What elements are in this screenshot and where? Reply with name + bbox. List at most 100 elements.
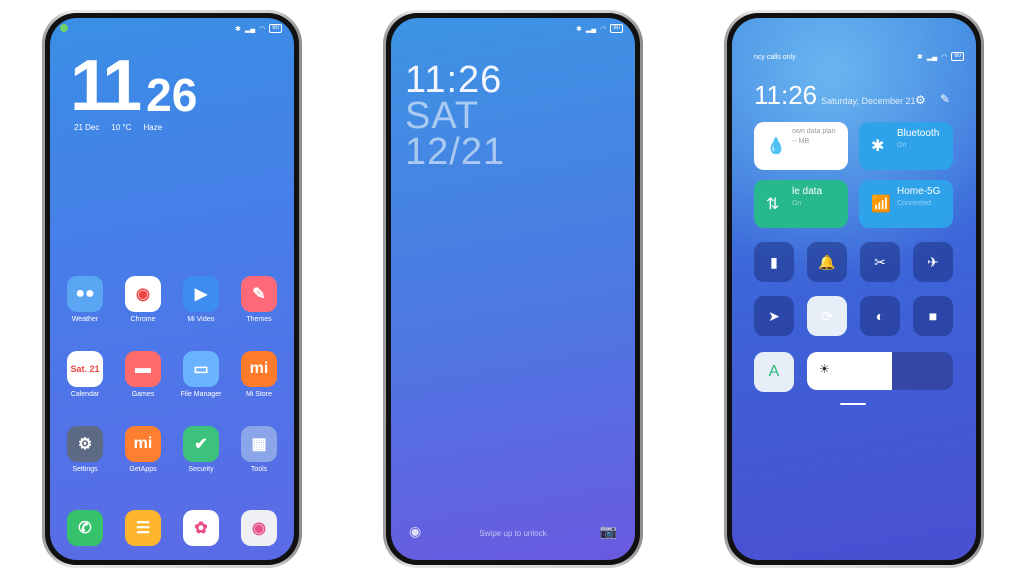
app-label: Themes xyxy=(246,316,272,323)
app-getapps[interactable]: mi GetApps xyxy=(115,426,171,473)
clock-widget[interactable]: 11 26 xyxy=(70,46,198,126)
bluetooth-icon: ✱ xyxy=(575,25,582,33)
battery-icon: 80 xyxy=(269,24,282,33)
mi-store-icon: mi xyxy=(241,351,277,387)
battery-icon: 80 xyxy=(951,52,964,61)
signal-icon: ▂▄ xyxy=(244,25,256,33)
app-label: Settings xyxy=(72,466,98,473)
app-file-manager[interactable]: ▭ File Manager xyxy=(173,351,229,398)
temperature: 10 °C xyxy=(111,123,132,132)
tile-icon: 💧 xyxy=(766,138,786,155)
themes-icon: ✎ xyxy=(241,276,277,312)
screenshot-icon: ✂ xyxy=(874,253,886,270)
app-weather[interactable]: ●● Weather xyxy=(57,276,113,323)
toggle-reading-mode[interactable]: ◐ xyxy=(860,296,900,336)
toggle-flashlight[interactable]: ▮ xyxy=(754,242,794,282)
notification-dot xyxy=(60,24,68,32)
app-games[interactable]: ▬ Games xyxy=(115,351,171,398)
camera-icon: ◉ xyxy=(241,510,277,546)
tile-icon: 📶 xyxy=(871,196,891,213)
tile-subtitle: On xyxy=(897,142,907,149)
tile-icon: ✱ xyxy=(871,138,885,155)
lock-time: 11:26 xyxy=(405,59,503,101)
camera-shortcut-icon[interactable]: 📷 xyxy=(600,523,617,540)
swipe-hint: Swipe up to unlock xyxy=(479,529,547,538)
dock-gallery[interactable]: ✿ xyxy=(173,510,229,550)
tools-icon: ▦ xyxy=(241,426,277,462)
toggle-location[interactable]: ➤ xyxy=(754,296,794,336)
date-text: 21 Dec xyxy=(74,123,100,132)
wifi-icon: ◠ xyxy=(941,53,948,61)
dock-camera[interactable]: ◉ xyxy=(231,510,287,550)
wifi-icon: ◠ xyxy=(259,25,266,33)
tile-subtitle: -- MB xyxy=(792,138,810,145)
tile-subtitle: Connected xyxy=(897,200,931,207)
app-themes[interactable]: ✎ Themes xyxy=(231,276,287,323)
toggle-mute[interactable]: 🔔 xyxy=(807,242,847,282)
toggle-rotation-lock[interactable]: ⟳ xyxy=(807,296,847,336)
lock-clock: 11:26 SAT 12/21 xyxy=(405,59,506,173)
auto-brightness-button[interactable]: A xyxy=(754,352,794,392)
lock-date: 12/21 xyxy=(405,131,506,173)
calendar-icon: Sat. 21 xyxy=(67,351,103,387)
app-label: Chrome xyxy=(130,316,156,323)
phone-control-center: ncy calls only ✱ ▂▄ ◠ 80 11:26 Saturday, De… xyxy=(724,10,984,568)
toggle-screenshot[interactable]: ✂ xyxy=(860,242,900,282)
app-label: File Manager xyxy=(180,391,222,398)
app-calendar[interactable]: Sat. 21 Calendar xyxy=(57,351,113,398)
app-label: GetApps xyxy=(129,466,157,473)
tile-title: own data plan xyxy=(792,128,836,135)
chrome-icon: ◉ xyxy=(125,276,161,312)
settings-icon[interactable]: ⚙ xyxy=(915,93,926,107)
settings-icon: ⚙ xyxy=(67,426,103,462)
mute-icon: 🔔 xyxy=(818,253,836,270)
rotation-lock-icon: ⟳ xyxy=(821,307,833,324)
mi-video-icon: ▶ xyxy=(183,276,219,312)
gallery-icon: ✿ xyxy=(183,510,219,546)
app-settings[interactable]: ⚙ Settings xyxy=(57,426,113,473)
bluetooth-icon: ✱ xyxy=(916,53,923,61)
status-bar: ✱ ▂▄ ◠ 80 xyxy=(576,24,623,33)
reading-mode-icon: ◐ xyxy=(875,308,885,324)
edit-icon[interactable]: ✎ xyxy=(940,92,950,106)
app-tools[interactable]: ▦ Tools xyxy=(231,426,287,473)
dock-phone[interactable]: ✆ xyxy=(57,510,113,550)
tile-le-data[interactable]: ⇅ le data On xyxy=(754,180,848,228)
signal-icon: ▂▄ xyxy=(585,25,597,33)
tile-bluetooth[interactable]: ✱ Bluetooth On xyxy=(859,122,953,170)
getapps-icon: mi xyxy=(125,426,161,462)
cc-date: Saturday, December 21 xyxy=(821,96,916,106)
carrier-text: ncy calls only xyxy=(754,54,796,61)
toggle-screen-recorder[interactable]: ■ xyxy=(913,296,953,336)
signal-icon: ▂▄ xyxy=(926,53,938,61)
app-label: Weather xyxy=(71,316,99,323)
app-security[interactable]: ✔ Security xyxy=(173,426,229,473)
clock-minute: 26 xyxy=(146,69,198,121)
weather-widget[interactable]: 21 Dec 10 °C Haze xyxy=(74,123,162,132)
clock-hour: 11 xyxy=(70,46,142,126)
app-row: ●● Weather ◉ Chrome ▶ Mi Video ✎ Themes xyxy=(50,276,294,323)
bluetooth-icon: ✱ xyxy=(234,25,241,33)
app-mi-store[interactable]: mi Mi Store xyxy=(231,351,287,398)
home-screen: ✱ ▂▄ ◠ 80 11 26 21 Dec 10 °C Haze ●● Weather ◉ Ch… xyxy=(50,18,294,560)
drag-handle[interactable] xyxy=(840,403,866,405)
tile-home-5g[interactable]: 📶 Home-5G Connected xyxy=(859,180,953,228)
app-label: Tools xyxy=(250,466,268,473)
toggle-airplane[interactable]: ✈ xyxy=(913,242,953,282)
dock: ✆ ☰ ✿ ◉ xyxy=(50,510,294,550)
phone-home: ✱ ▂▄ ◠ 80 11 26 21 Dec 10 °C Haze ●● Weather ◉ Ch… xyxy=(42,10,302,568)
tile-title: Bluetooth xyxy=(897,128,940,139)
app-chrome[interactable]: ◉ Chrome xyxy=(115,276,171,323)
lock-screen[interactable]: ✱ ▂▄ ◠ 80 11:26 SAT 12/21 ◉ Swipe up to unloc… xyxy=(391,18,635,560)
app-row: ⚙ Settings mi GetApps ✔ Security ▦ Tools xyxy=(50,426,294,473)
tile-title: Home-5G xyxy=(897,186,941,197)
brightness-slider[interactable]: ☀ xyxy=(807,352,953,390)
cc-time: 11:26 xyxy=(754,80,818,110)
dock-messages[interactable]: ☰ xyxy=(115,510,171,550)
tile-own-data-plan[interactable]: 💧 own data plan -- MB xyxy=(754,122,848,170)
app-mi-video[interactable]: ▶ Mi Video xyxy=(173,276,229,323)
file-manager-icon: ▭ xyxy=(183,351,219,387)
control-center: ncy calls only ✱ ▂▄ ◠ 80 11:26 Saturday, De… xyxy=(732,18,976,560)
brightness-fill: ☀ xyxy=(807,352,892,390)
airplane-icon: ✈ xyxy=(927,253,939,270)
